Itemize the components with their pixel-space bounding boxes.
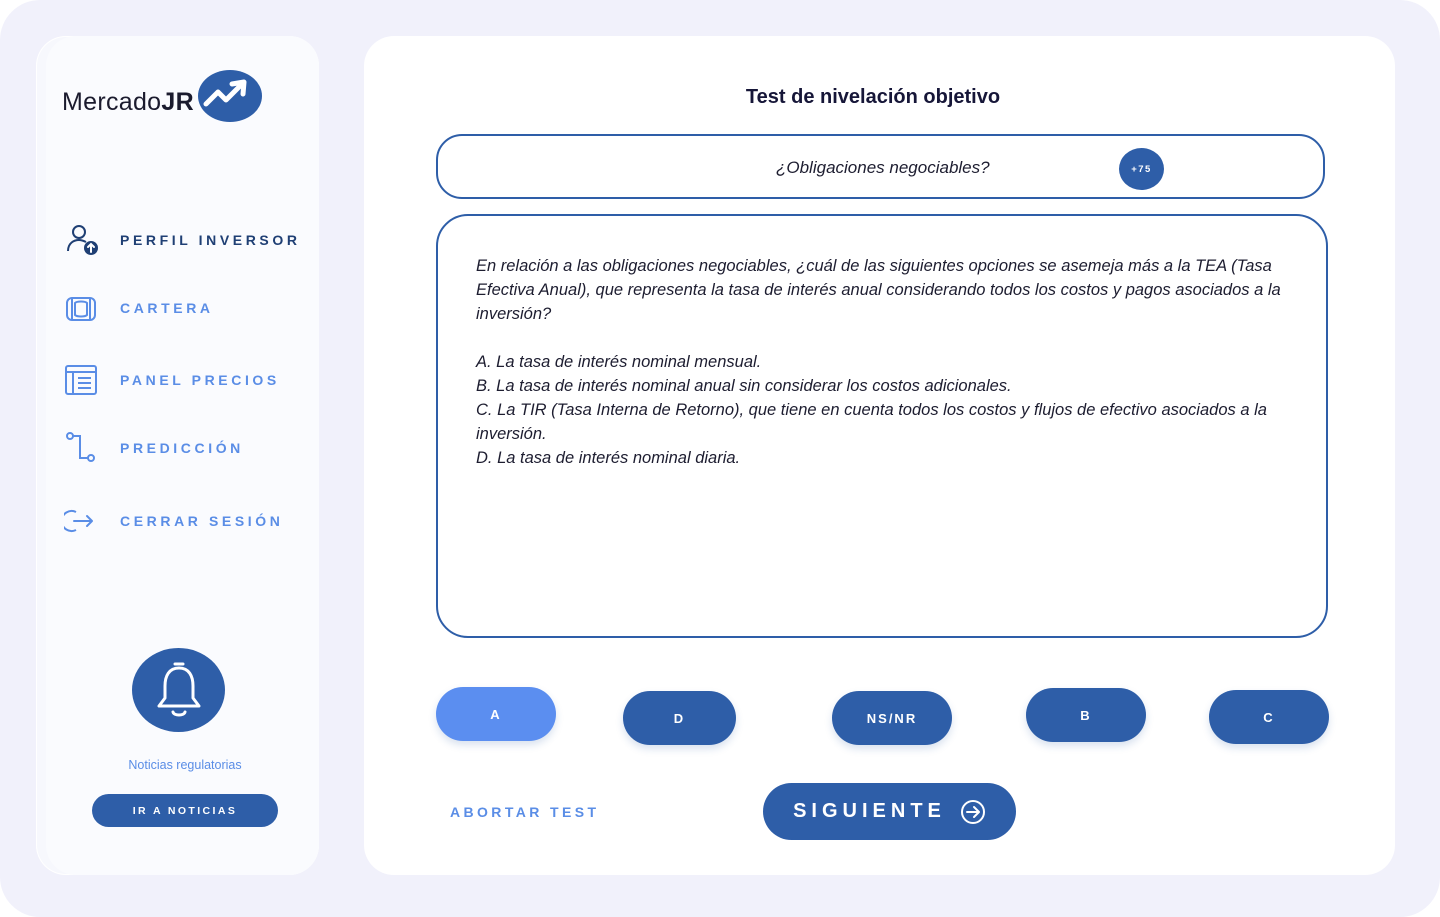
sidebar-item-panel-precios[interactable]: PANEL PRECIOS	[64, 363, 280, 397]
topic-label: ¿Obligaciones negociables?	[776, 158, 990, 177]
bell-icon	[157, 662, 200, 717]
option-b-text: B. La tasa de interés nominal anual sin …	[476, 377, 1012, 395]
option-d-text: D. La tasa de interés nominal diaria.	[476, 449, 741, 467]
option-a-text: A. La tasa de interés nominal mensual.	[476, 353, 762, 371]
sidebar-item-label: CERRAR SESIÓN	[120, 513, 284, 529]
question-content: En relación a las obligaciones negociabl…	[476, 254, 1306, 470]
answer-nsnr-button[interactable]: NS/NR	[832, 691, 952, 745]
next-button[interactable]: SIGUIENTE	[763, 783, 1016, 840]
answer-a-button[interactable]: A	[436, 687, 556, 741]
points-badge: +75	[1119, 148, 1164, 190]
logout-icon	[64, 504, 98, 538]
answer-d-button[interactable]: D	[623, 691, 736, 745]
sidebar-item-label: PANEL PRECIOS	[120, 372, 280, 388]
arrow-right-circle-icon	[960, 799, 986, 825]
news-bell-button[interactable]	[132, 648, 225, 732]
prediction-icon	[64, 431, 98, 465]
price-panel-icon	[64, 363, 98, 397]
option-c-text: C. La TIR (Tasa Interna de Retorno), que…	[476, 401, 1267, 443]
question-prompt: En relación a las obligaciones negociabl…	[476, 257, 1281, 323]
sidebar-item-prediccion[interactable]: PREDICCIÓN	[64, 431, 244, 465]
sidebar-item-label: PREDICCIÓN	[120, 440, 244, 456]
abort-test-link[interactable]: ABORTAR TEST	[450, 804, 599, 820]
sidebar-item-label: PERFIL INVERSOR	[120, 232, 301, 248]
sidebar-item-label: CARTERA	[120, 300, 214, 316]
go-to-news-button[interactable]: IR A NOTICIAS	[92, 794, 278, 827]
page-title: Test de nivelación objetivo	[745, 86, 1001, 108]
user-upload-icon	[64, 223, 98, 257]
answer-c-button[interactable]: C	[1209, 690, 1329, 744]
answer-b-button[interactable]: B	[1026, 688, 1146, 742]
news-caption: Noticias regulatorias	[128, 758, 242, 772]
next-button-label: SIGUIENTE	[793, 800, 946, 822]
brand-name: MercadoJR	[62, 88, 194, 116]
trend-up-icon	[198, 70, 262, 122]
sidebar-item-cartera[interactable]: CARTERA	[64, 291, 214, 325]
sidebar-item-cerrar-sesion[interactable]: CERRAR SESIÓN	[64, 504, 283, 538]
sidebar-item-perfil-inversor[interactable]: PERFIL INVERSOR	[64, 223, 301, 257]
wallet-icon	[64, 291, 98, 325]
